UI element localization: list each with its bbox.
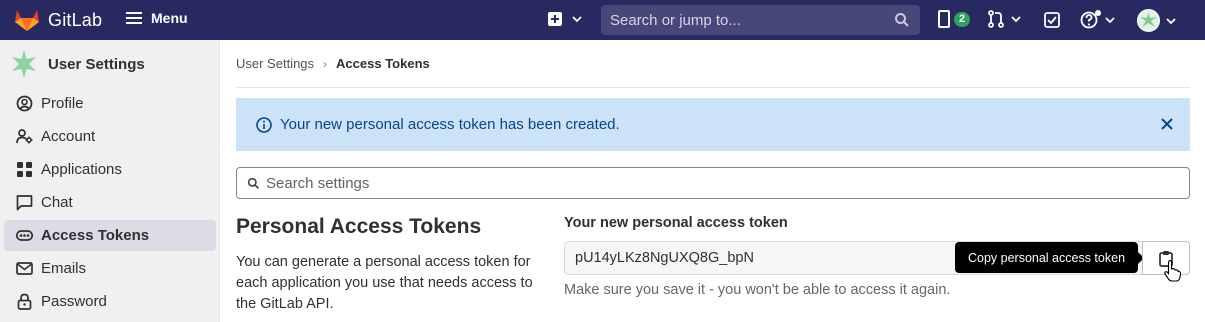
sidebar-title: User Settings bbox=[48, 55, 145, 73]
new-token-label: Your new personal access token bbox=[564, 215, 788, 231]
pointer-hand-icon bbox=[1164, 260, 1181, 282]
chat-icon bbox=[16, 194, 33, 211]
new-dropdown-button[interactable] bbox=[547, 11, 583, 27]
new-token-value: pU14yLKz8NgUXQ8G_bpN bbox=[575, 250, 754, 266]
sidebar-item-label: Profile bbox=[41, 95, 84, 112]
sidebar-item-applications[interactable]: Applications bbox=[4, 154, 216, 185]
help-icon bbox=[1080, 10, 1101, 29]
top-navbar: GitLab Menu Search or jump to... 2 bbox=[0, 0, 1205, 40]
sidebar-item-account[interactable]: Account bbox=[4, 121, 216, 152]
gitlab-logo[interactable]: GitLab bbox=[14, 8, 102, 32]
copy-tooltip: Copy personal access token bbox=[955, 242, 1144, 273]
user-avatar-icon bbox=[8, 48, 40, 80]
lock-icon bbox=[16, 293, 33, 310]
breadcrumb-current[interactable]: Access Tokens bbox=[336, 56, 430, 71]
sidebar-item-emails[interactable]: Emails bbox=[4, 253, 216, 284]
alert-message: Your new personal access token has been … bbox=[280, 116, 620, 133]
info-icon bbox=[256, 116, 272, 133]
settings-search-input[interactable]: Search settings bbox=[236, 167, 1190, 199]
sidebar-item-label: Account bbox=[41, 128, 96, 145]
merge-request-icon bbox=[988, 10, 1004, 28]
sidebar-item-label: Password bbox=[41, 293, 107, 310]
token-help-text: Make sure you save it - you won't be abl… bbox=[564, 282, 951, 298]
global-search-placeholder: Search or jump to... bbox=[610, 11, 741, 29]
issues-count-badge: 2 bbox=[954, 11, 971, 27]
sidebar-item-chat[interactable]: Chat bbox=[4, 187, 216, 218]
help-button[interactable] bbox=[1080, 10, 1116, 30]
sidebar-item-label: Applications bbox=[41, 161, 122, 178]
sidebar-item-label: Chat bbox=[41, 194, 73, 211]
profile-icon bbox=[16, 95, 33, 112]
close-icon[interactable] bbox=[1160, 117, 1174, 131]
search-icon bbox=[895, 13, 909, 27]
user-menu-button[interactable] bbox=[1137, 9, 1177, 32]
section-description: You can generate a personal access token… bbox=[236, 254, 533, 312]
brand-name: GitLab bbox=[48, 9, 103, 30]
section-title: Personal Access Tokens bbox=[236, 215, 482, 238]
issues-icon bbox=[938, 10, 950, 28]
divider bbox=[236, 87, 1190, 88]
global-search-input[interactable]: Search or jump to... bbox=[601, 5, 920, 35]
token-icon bbox=[16, 227, 33, 244]
merge-requests-button[interactable] bbox=[988, 10, 1022, 28]
sidebar-item-access-tokens[interactable]: Access Tokens bbox=[4, 220, 216, 251]
chevron-down-icon bbox=[1105, 17, 1115, 24]
mail-icon bbox=[16, 260, 33, 277]
chevron-down-icon bbox=[572, 16, 582, 23]
menu-label: Menu bbox=[151, 10, 188, 26]
settings-search-placeholder: Search settings bbox=[266, 174, 370, 192]
sidebar-header[interactable]: User Settings bbox=[8, 48, 145, 80]
todos-button[interactable] bbox=[1044, 12, 1060, 28]
sidebar-item-profile[interactable]: Profile bbox=[4, 88, 216, 119]
chevron-down-icon bbox=[1166, 17, 1176, 24]
gitlab-tanuki-icon bbox=[15, 10, 39, 31]
todo-checkbox-icon bbox=[1044, 12, 1060, 28]
avatar bbox=[1137, 9, 1160, 32]
applications-icon bbox=[16, 161, 33, 178]
breadcrumb-parent-link[interactable]: User Settings bbox=[236, 56, 314, 71]
plus-square-icon bbox=[548, 12, 562, 26]
breadcrumb-separator: › bbox=[323, 56, 328, 71]
hamburger-icon bbox=[126, 12, 142, 24]
sidebar-item-label: Emails bbox=[41, 260, 87, 277]
chevron-down-icon bbox=[1011, 16, 1021, 23]
sidebar-item-password[interactable]: Password bbox=[4, 286, 216, 317]
search-icon bbox=[247, 177, 259, 189]
breadcrumb: User Settings › Access Tokens bbox=[236, 56, 430, 71]
sidebar-item-label: Access Tokens bbox=[41, 227, 150, 244]
issues-button[interactable]: 2 bbox=[938, 10, 971, 28]
menu-button[interactable]: Menu bbox=[126, 10, 188, 26]
account-icon bbox=[16, 128, 33, 145]
success-alert: Your new personal access token has been … bbox=[236, 98, 1190, 151]
sidebar: User Settings Profile Account Applicatio… bbox=[0, 40, 220, 322]
